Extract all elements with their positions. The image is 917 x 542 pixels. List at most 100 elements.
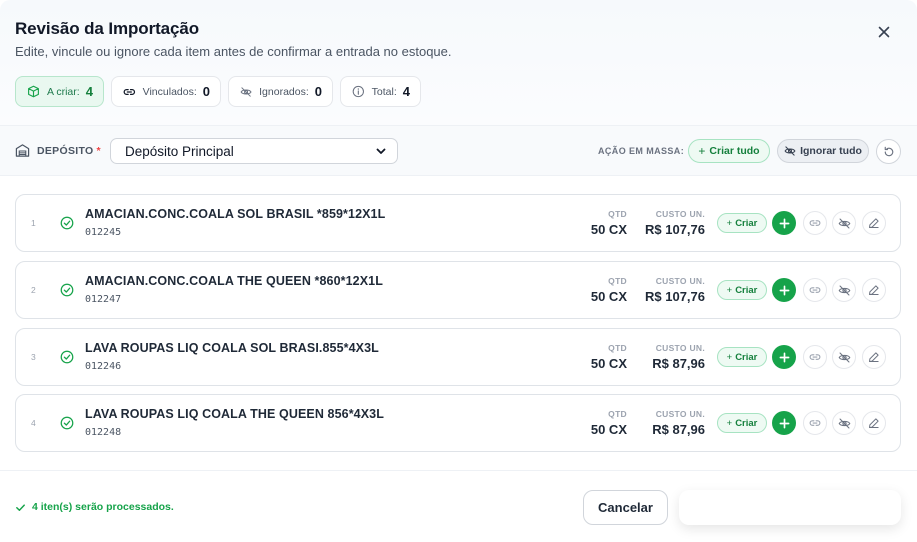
plus-icon [779,418,789,428]
warehouse-icon [15,144,30,157]
modal-title: Revisão da Importação [15,19,200,38]
stat-label: Total: [371,85,397,98]
link-button[interactable] [803,411,827,435]
qtd-label: QTD [608,209,627,219]
stat-label: A criar: [47,85,80,98]
cancel-button[interactable]: Cancelar [583,490,668,525]
custo-label: CUSTO UN. [655,343,705,353]
stat-total[interactable]: Total: 4 [340,76,421,107]
rotate-ccw-icon [884,146,893,156]
deposito-label-text: DEPÓSITO [37,144,94,157]
criar-chip[interactable]: + Criar [717,213,767,233]
chevron-down-icon [376,148,386,154]
pencil-icon [869,352,879,362]
item-code: 012247 [85,294,122,305]
criar-chip-label: Criar [735,217,758,229]
criar-tudo-label: Criar tudo [709,145,760,157]
item-row: 4 LAVA ROUPAS LIQ COALA THE QUEEN 856*4X… [15,394,901,452]
check-circle-icon [60,283,74,297]
edit-button[interactable] [862,211,886,235]
stat-a-criar[interactable]: A criar: 4 [15,76,104,107]
plus-icon: + [726,217,733,229]
stat-ignorados[interactable]: Ignorados: 0 [228,76,333,107]
custo-value: R$ 87,96 [652,422,705,437]
deposito-label: DEPÓSITO * [15,143,101,158]
plus-icon: + [698,144,706,158]
add-button[interactable] [772,345,796,369]
edit-button[interactable] [862,411,886,435]
custo-value: R$ 87,96 [652,356,705,371]
check-circle-icon [60,350,74,364]
plus-icon: + [726,417,733,429]
close-icon[interactable] [876,24,892,40]
modal-footer: 4 iten(s) serão processados. Cancelar [0,470,917,542]
info-icon [352,85,364,98]
process-message-text: 4 iten(s) serão processados. [32,501,174,513]
custo-label: CUSTO UN. [655,409,705,419]
criar-tudo-button[interactable]: + Criar tudo [688,139,770,163]
link-button[interactable] [803,211,827,235]
add-button[interactable] [772,278,796,302]
ignorar-tudo-label: Ignorar tudo [800,145,862,157]
link-icon [809,220,821,226]
stat-value: 4 [402,84,410,99]
link-button[interactable] [803,278,827,302]
check-circle-icon [60,216,74,230]
custo-value: R$ 107,76 [645,222,705,237]
import-review-modal: Revisão da Importação Edite, vincule ou … [0,0,917,542]
link-icon [809,287,821,293]
eye-off-icon [240,86,252,97]
item-index: 4 [31,418,36,428]
item-row: 2 AMACIAN.CONC.COALA THE QUEEN *860*12X1… [15,261,901,319]
qtd-value: 50 CX [590,222,627,237]
ignore-button[interactable] [832,411,856,435]
confirm-button[interactable] [679,490,901,525]
item-code: 012248 [85,427,122,438]
link-button[interactable] [803,345,827,369]
item-index: 1 [31,218,36,228]
custo-label: CUSTO UN. [655,276,705,286]
criar-chip-label: Criar [735,284,758,296]
item-code: 012246 [85,361,122,372]
plus-icon: + [726,284,733,296]
stat-vinculados[interactable]: Vinculados: 0 [111,76,221,107]
item-name: AMACIAN.CONC.COALA SOL BRASIL *859*12X1L [85,207,386,221]
process-message: 4 iten(s) serão processados. [15,501,174,513]
plus-icon [779,285,789,295]
ignore-button[interactable] [832,211,856,235]
qtd-value: 50 CX [590,356,627,371]
ignore-button[interactable] [832,345,856,369]
box-icon [28,85,39,98]
mass-action-label: AÇÃO EM MASSA: [598,146,685,156]
qtd-value: 50 CX [590,289,627,304]
pencil-icon [869,218,879,228]
stats-bar: A criar: 4 Vinculados: 0 Ignorados: 0 To… [15,76,421,107]
ignore-button[interactable] [832,278,856,302]
add-button[interactable] [772,211,796,235]
criar-chip-label: Criar [735,351,758,363]
ignorar-tudo-button[interactable]: Ignorar tudo [777,139,869,163]
criar-chip[interactable]: + Criar [717,347,767,367]
criar-chip[interactable]: + Criar [717,413,767,433]
edit-button[interactable] [862,345,886,369]
eye-off-icon [784,146,796,156]
reset-button[interactable] [876,139,901,164]
qtd-label: QTD [608,343,627,353]
pencil-icon [869,418,879,428]
criar-chip[interactable]: + Criar [717,280,767,300]
check-circle-icon [60,416,74,430]
plus-icon [779,352,789,362]
link-icon [123,88,136,95]
criar-chip-label: Criar [735,417,758,429]
stat-label: Ignorados: [259,85,309,98]
custo-value: R$ 107,76 [645,289,705,304]
item-name: LAVA ROUPAS LIQ COALA SOL BRASI.855*4X3L [85,341,379,355]
stat-value: 0 [314,84,322,99]
deposito-select-value: Depósito Principal [125,143,234,159]
item-row: 1 AMACIAN.CONC.COALA SOL BRASIL *859*12X… [15,194,901,252]
toolbar: DEPÓSITO * Depósito Principal AÇÃO EM MA… [0,125,917,176]
stat-value: 4 [85,84,93,99]
deposito-select[interactable]: Depósito Principal [110,138,398,164]
add-button[interactable] [772,411,796,435]
edit-button[interactable] [862,278,886,302]
